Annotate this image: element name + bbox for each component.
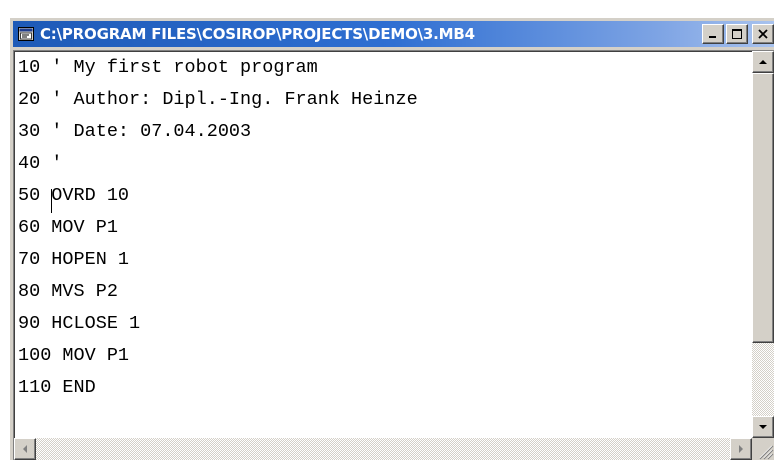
scroll-down-button[interactable] <box>752 416 774 438</box>
arrow-right-icon <box>739 445 743 453</box>
resize-grip[interactable] <box>752 438 774 460</box>
text-caret <box>51 189 52 213</box>
editor-frame: 10 ' My first robot program 20 ' Author:… <box>13 50 774 460</box>
window-controls <box>702 24 774 44</box>
maximize-button[interactable] <box>726 24 748 44</box>
editor-app-icon[interactable] <box>17 25 35 43</box>
maximize-icon <box>732 29 742 39</box>
code-line[interactable]: 10 ' My first robot program <box>15 52 752 84</box>
scroll-left-button[interactable] <box>14 438 36 460</box>
code-line[interactable]: 70 HOPEN 1 <box>15 244 752 276</box>
code-line[interactable]: 30 ' Date: 07.04.2003 <box>15 116 752 148</box>
title-bar[interactable]: C:\PROGRAM FILES\COSIROP\PROJECTS\DEMO\3… <box>13 21 774 47</box>
editor-window: C:\PROGRAM FILES\COSIROP\PROJECTS\DEMO\3… <box>10 18 774 460</box>
close-button[interactable] <box>752 24 774 44</box>
code-line[interactable]: 40 ' <box>15 148 752 180</box>
scroll-right-button[interactable] <box>730 438 752 460</box>
close-icon <box>758 29 768 39</box>
code-line[interactable]: 100 MOV P1 <box>15 340 752 372</box>
code-line[interactable]: 80 MVS P2 <box>15 276 752 308</box>
arrow-left-icon <box>23 445 27 453</box>
minimize-button[interactable] <box>702 24 724 44</box>
code-line[interactable]: 110 END <box>15 372 752 404</box>
arrow-down-icon <box>759 425 767 429</box>
horizontal-scrollbar[interactable] <box>14 438 752 460</box>
code-editor[interactable]: 10 ' My first robot program 20 ' Author:… <box>14 51 752 438</box>
code-line[interactable]: 20 ' Author: Dipl.-Ing. Frank Heinze <box>15 84 752 116</box>
vertical-scrollbar[interactable] <box>752 51 774 438</box>
minimize-icon <box>709 36 716 38</box>
vertical-scroll-thumb[interactable] <box>752 73 774 343</box>
resize-grip-icon <box>759 445 774 460</box>
code-line[interactable]: 90 HCLOSE 1 <box>15 308 752 340</box>
code-line[interactable]: 60 MOV P1 <box>15 212 752 244</box>
scroll-up-button[interactable] <box>752 51 774 73</box>
window-title: C:\PROGRAM FILES\COSIROP\PROJECTS\DEMO\3… <box>40 25 475 43</box>
code-line[interactable]: 50 OVRD 10 <box>15 180 752 212</box>
arrow-up-icon <box>759 60 767 64</box>
